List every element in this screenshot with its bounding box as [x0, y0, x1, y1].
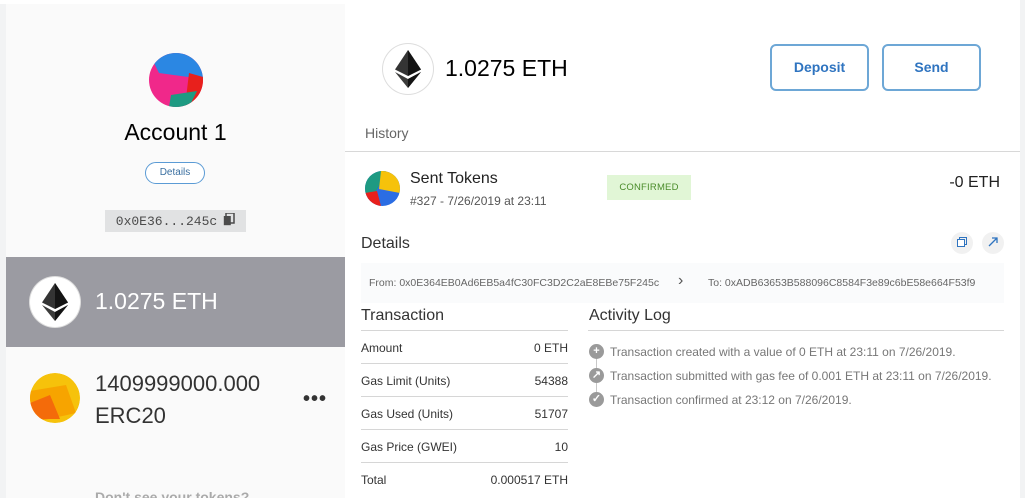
account-identicon[interactable] [149, 53, 203, 107]
eth-balance-sidebar: 1.0275 ETH [95, 288, 218, 314]
right-edge [1020, 0, 1025, 498]
history-heading: History [365, 125, 409, 141]
total-label: Total [361, 473, 387, 487]
divider [345, 151, 1020, 152]
total-value: 0.000517 ETH [490, 473, 568, 487]
account-name: Account 1 [124, 119, 227, 145]
more-horizontal-icon[interactable]: ••• [303, 388, 327, 411]
external-link-icon [988, 234, 998, 252]
activity-entry: Transaction confirmed at 23:12 on 7/26/2… [610, 393, 852, 407]
plus-circle-icon: + [589, 344, 604, 359]
transaction-title[interactable]: Sent Tokens [410, 170, 498, 188]
ethereum-icon [383, 44, 433, 94]
from-to-bar: From: 0x0E364EB0Ad6EB5a4fC30FC3D2C2aE8EB… [361, 263, 1004, 303]
gas-price-value: 10 [554, 440, 568, 454]
from-address[interactable]: From: 0x0E364EB0Ad6EB5a4fC30FC3D2C2aE8EB… [369, 277, 659, 289]
gas-used-value: 51707 [534, 407, 568, 421]
gas-used-label: Gas Used (Units) [361, 407, 454, 421]
token-unit: ERC20 [95, 403, 166, 428]
dont-see-tokens-link[interactable]: Don't see your tokens? [95, 489, 249, 498]
transaction-subtitle: #327 - 7/26/2019 at 23:11 [410, 194, 547, 208]
divider [361, 462, 568, 463]
arrow-up-circle-icon: ↗ [589, 368, 604, 383]
amount-label: Amount [361, 341, 403, 355]
activity-log-title: Activity Log [589, 307, 671, 324]
divider [361, 363, 568, 364]
activity-entry: Transaction created with a value of 0 ET… [610, 345, 956, 359]
divider [588, 330, 1004, 331]
transaction-identicon [365, 171, 400, 206]
gas-limit-label: Gas Limit (Units) [361, 374, 451, 388]
divider [361, 429, 568, 430]
activity-entry: Transaction submitted with gas fee of 0.… [610, 369, 992, 383]
transaction-section-title: Transaction [361, 307, 444, 324]
send-button[interactable]: Send [882, 44, 981, 91]
eth-balance-main: 1.0275 ETH [445, 55, 568, 81]
gas-limit-value: 54388 [534, 374, 568, 388]
wallet-sidebar: Account 1 Details 0x0E36...245c 1.0275 E… [6, 4, 345, 498]
account-address-copy[interactable]: 0x0E36...245c [105, 210, 246, 232]
divider [361, 330, 568, 331]
gas-price-label: Gas Price (GWEI) [361, 440, 458, 454]
copy-tx-button[interactable] [951, 232, 973, 254]
account-address: 0x0E36...245c [115, 213, 218, 229]
deposit-button[interactable]: Deposit [770, 44, 869, 91]
token-amount: 1409999000.000 [95, 371, 261, 396]
amount-value: 0 ETH [533, 341, 568, 355]
ethereum-icon [30, 277, 80, 327]
details-heading: Details [361, 235, 410, 252]
to-address[interactable]: To: 0xADB63653B588096C8584F3e89c6bE58e66… [708, 277, 975, 289]
view-on-explorer-button[interactable] [982, 232, 1004, 254]
check-circle-icon: ✓ [589, 392, 604, 407]
copy-icon [223, 211, 235, 230]
status-badge: CONFIRMED [607, 175, 691, 200]
account-details-button[interactable]: Details [145, 162, 205, 184]
transaction-amount: -0 ETH [949, 174, 1000, 191]
main-panel: 1.0275 ETH Deposit Send History Sent Tok… [345, 4, 1020, 498]
chevron-right-icon: › [678, 272, 684, 289]
copy-icon [957, 234, 967, 252]
token-identicon [30, 373, 80, 423]
divider [361, 396, 568, 397]
